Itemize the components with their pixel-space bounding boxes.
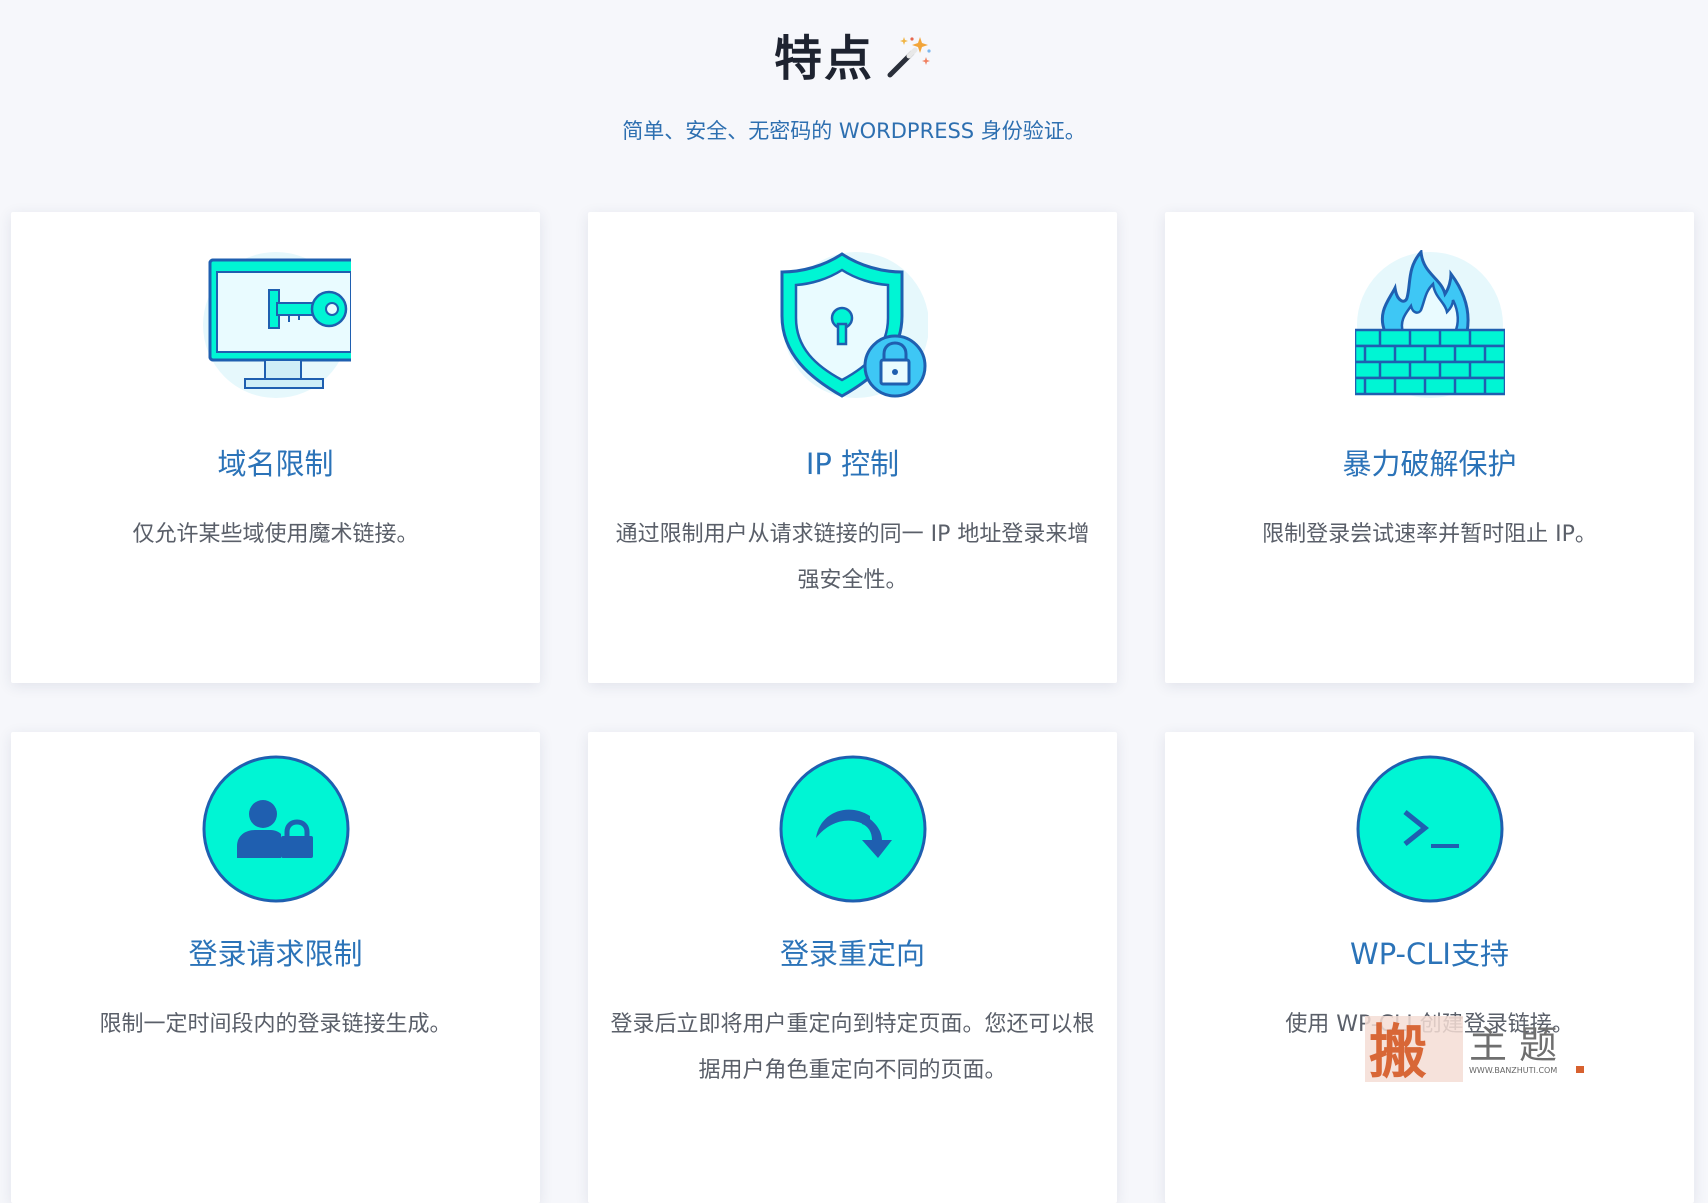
feature-title: 登录重定向 [779, 937, 925, 971]
feature-card-login-request-limit: 登录请求限制 限制一定时间段内的登录链接生成。 [11, 732, 540, 1203]
monitor-key-icon [203, 252, 351, 398]
feature-description: 仅允许某些域使用魔术链接。 [132, 522, 419, 547]
title-row: 特点 [0, 28, 1708, 90]
feature-card-ip-control: IP 控制 通过限制用户从请求链接的同一 IP 地址登录来增强安全性。 [588, 212, 1117, 683]
section-subtitle: 简单、安全、无密码的 WORDPRESS 身份验证。 [622, 119, 1086, 143]
svg-text:WWW.BANZHUTI.COM: WWW.BANZHUTI.COM [1469, 1066, 1557, 1075]
feature-card-wp-cli-support: WP-CLI支持 使用 WP-CLI 创建登录链接。 [1165, 732, 1694, 1203]
user-lock-icon [202, 755, 350, 903]
section-title: 特点 [773, 31, 874, 87]
terminal-icon [1356, 755, 1504, 903]
feature-description: 限制登录尝试速率并暂时阻止 IP。 [1262, 522, 1597, 547]
svg-text:搬: 搬 [1369, 1018, 1427, 1086]
feature-title: 登录请求限制 [188, 937, 363, 971]
feature-card-brute-force-protection: 暴力破解保护 限制登录尝试速率并暂时阻止 IP。 [1165, 212, 1694, 683]
redirect-arrow-icon [779, 755, 927, 903]
shield-lock-icon [780, 252, 928, 398]
feature-title: WP-CLI支持 [1350, 937, 1509, 971]
feature-description: 登录后立即将用户重定向到特定页面。您还可以根据用户角色重定向不同的页面。 [610, 1012, 1095, 1083]
feature-description: 通过限制用户从请求链接的同一 IP 地址登录来增强安全性。 [615, 522, 1090, 593]
feature-title: 暴力破解保护 [1342, 447, 1517, 481]
feature-card-login-redirect: 登录重定向 登录后立即将用户重定向到特定页面。您还可以根据用户角色重定向不同的页… [588, 732, 1117, 1203]
magic-wand-icon [887, 37, 931, 78]
feature-title: 域名限制 [217, 447, 334, 481]
feature-description: 限制一定时间段内的登录链接生成。 [99, 1012, 452, 1037]
feature-card-domain-restriction: 域名限制 仅允许某些域使用魔术链接。 [11, 212, 540, 683]
watermark-logo: 搬 主 题 WWW.BANZHUTI.COM [1365, 1016, 1587, 1086]
feature-title: IP 控制 [805, 447, 900, 481]
firewall-icon [1355, 250, 1505, 398]
svg-text:主 题: 主 题 [1469, 1023, 1557, 1067]
